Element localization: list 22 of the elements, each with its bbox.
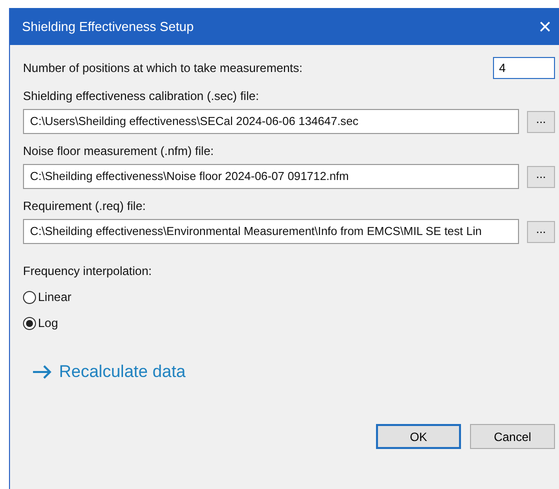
file-path-field[interactable]: C:\Sheilding effectiveness\Environmental Measurement\Info from EMCS\MIL SE test Lin — [23, 219, 519, 244]
ok-button[interactable]: OK — [376, 424, 461, 449]
file-label: Shielding effectiveness calibration (.sec) file: — [23, 89, 260, 103]
browse-button[interactable]: ... — [527, 220, 555, 242]
positions-field[interactable]: 4 — [493, 57, 555, 79]
window-title: Shielding Effectiveness Setup — [22, 19, 194, 34]
browse-button[interactable]: ... — [527, 166, 555, 188]
file-path-field[interactable]: C:\Users\Sheilding effectiveness\SECal 2024-06-06 134647.sec — [23, 109, 519, 134]
radio-label[interactable]: Linear — [38, 290, 72, 304]
recalculate-link[interactable]: Recalculate data — [59, 362, 186, 382]
file-label: Requirement (.req) file: — [23, 199, 147, 213]
radio-label[interactable]: Log — [38, 316, 58, 330]
interpolation-label: Frequency interpolation: — [23, 264, 153, 278]
file-path-field[interactable]: C:\Sheilding effectiveness\Noise floor 2024-06-07 091712.nfm — [23, 164, 519, 189]
file-label: Noise floor measurement (.nfm) file: — [23, 144, 215, 158]
cancel-button[interactable]: Cancel — [470, 424, 555, 449]
close-button[interactable]: × — [531, 16, 559, 38]
radio-button[interactable] — [23, 290, 36, 304]
browse-button[interactable]: ... — [527, 110, 555, 132]
positions-label: Number of positions at which to take measurements: — [23, 61, 302, 75]
radio-button[interactable] — [23, 316, 36, 330]
arrow-icon — [32, 365, 52, 379]
